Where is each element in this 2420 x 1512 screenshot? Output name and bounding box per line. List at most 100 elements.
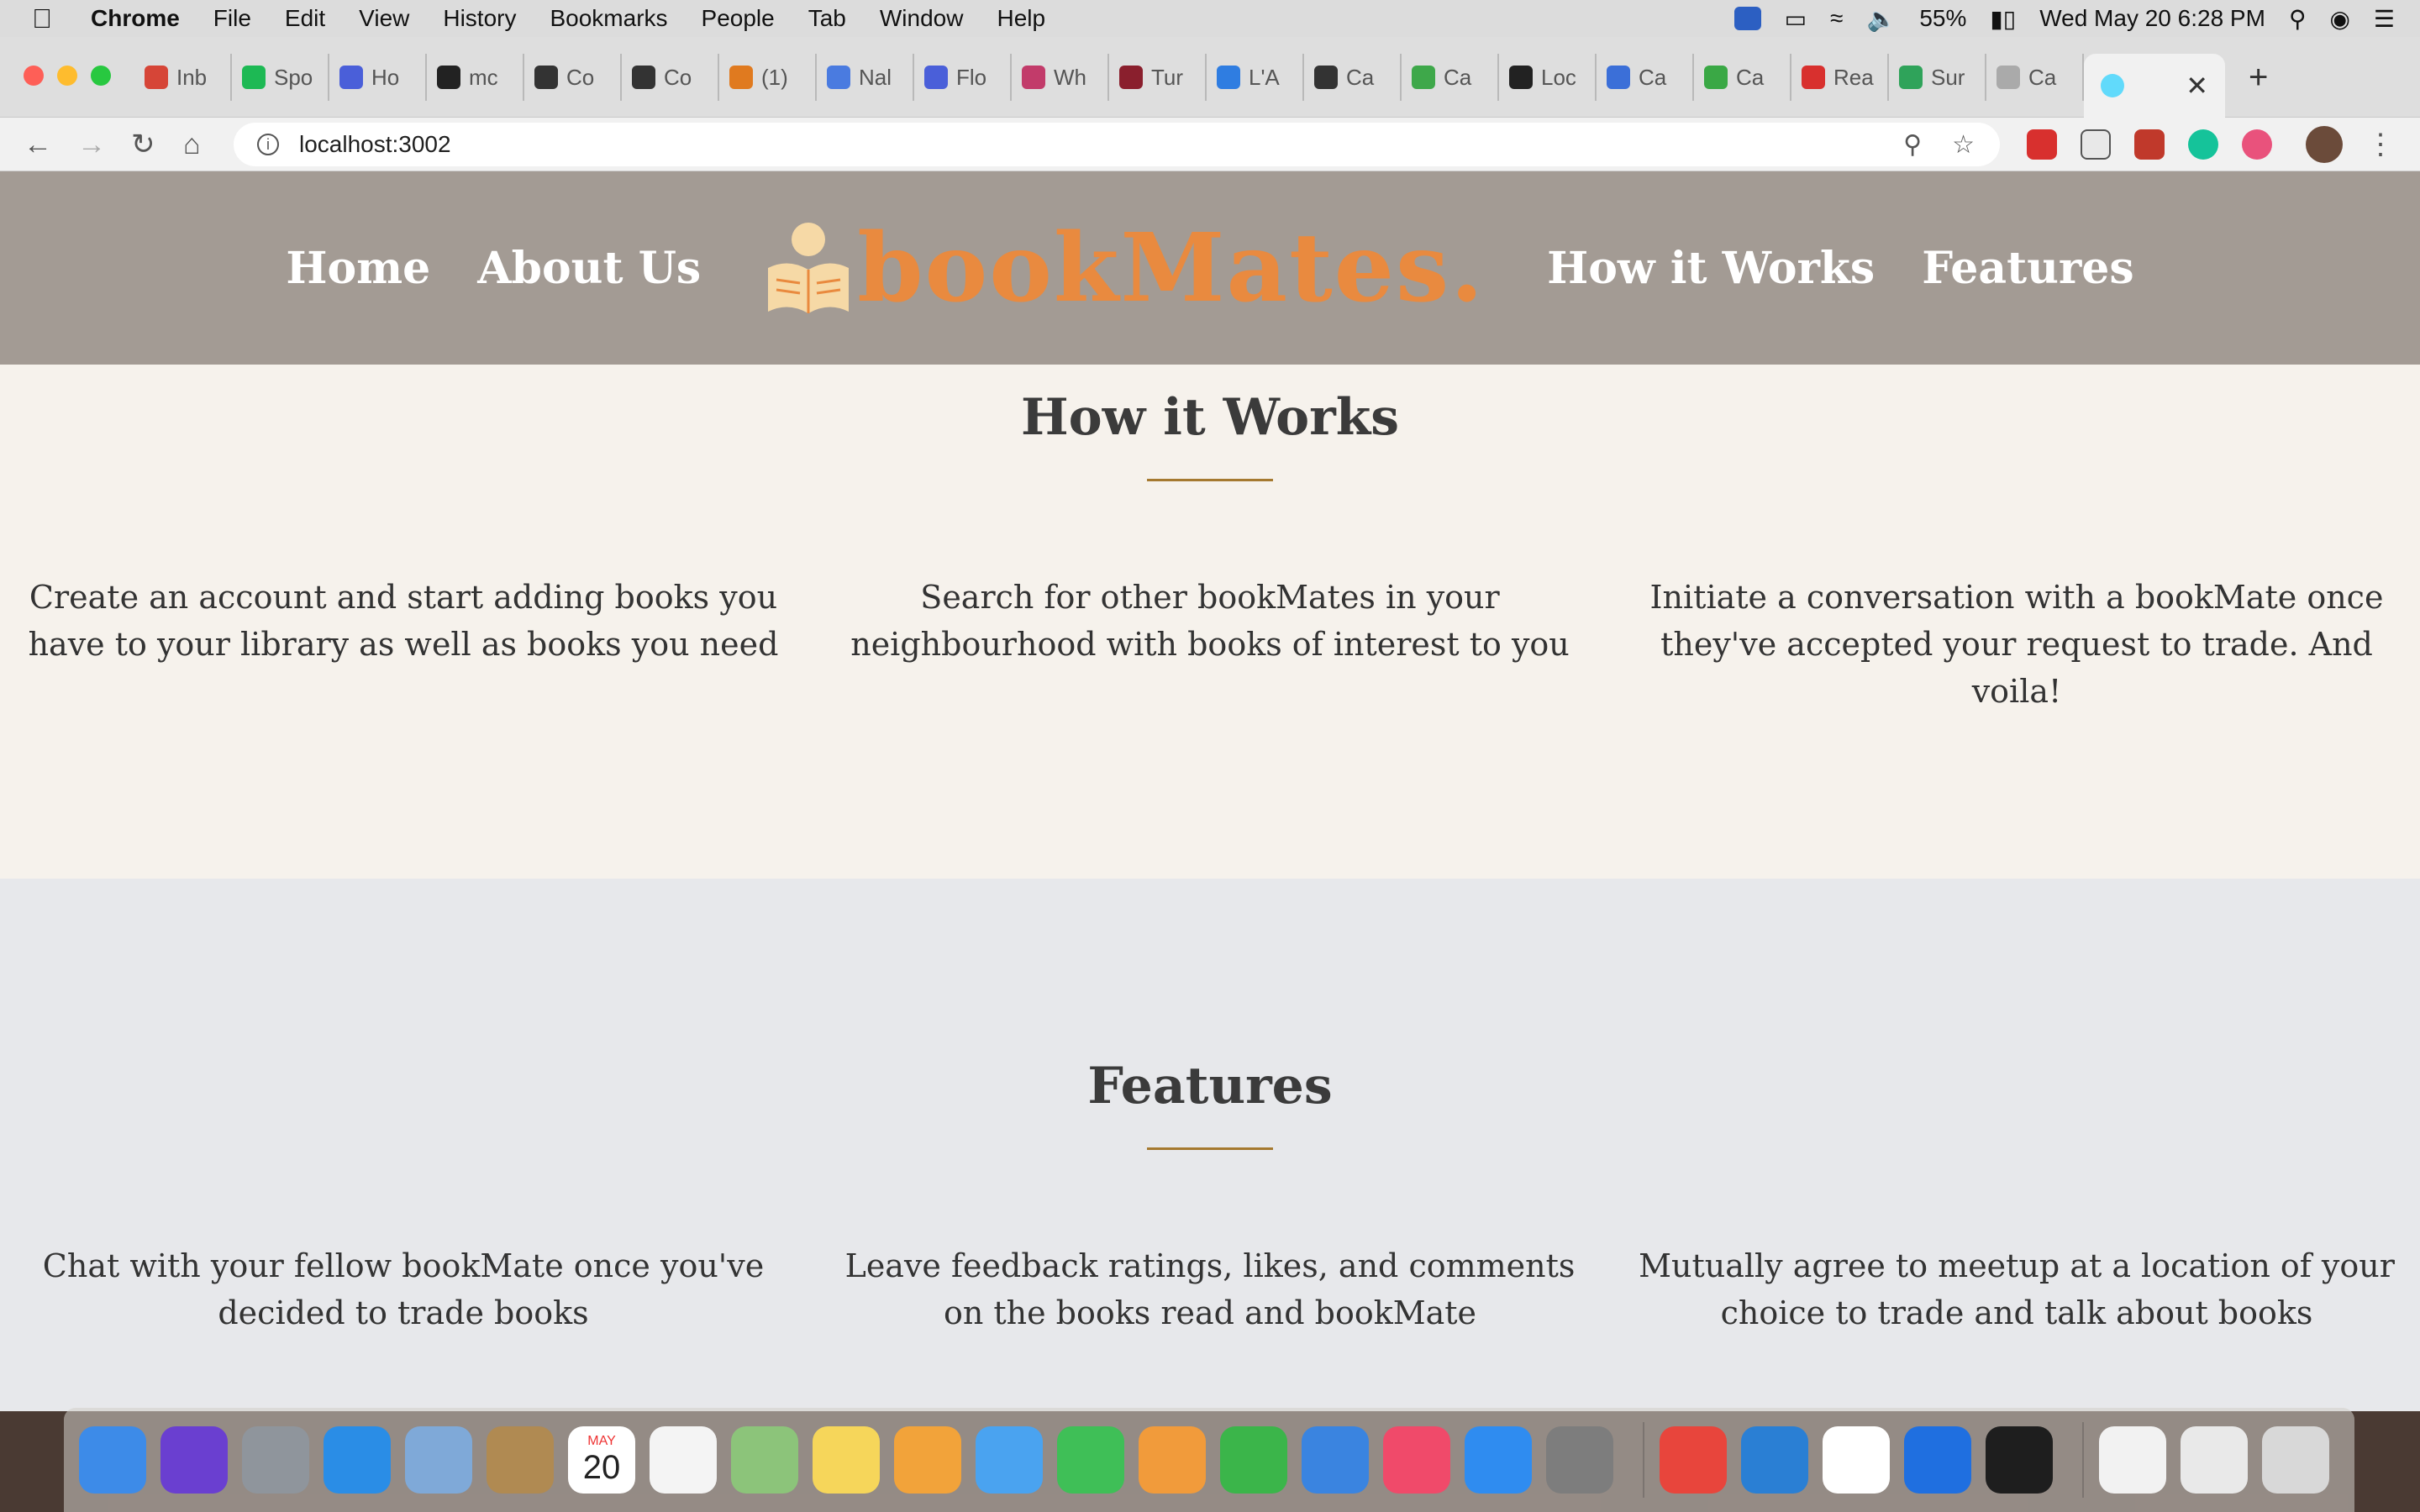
adblock-extension-icon[interactable]	[2027, 129, 2057, 160]
browser-tab[interactable]: Ca	[1304, 54, 1402, 101]
nav-home-link[interactable]: Home	[286, 243, 430, 294]
tab-close-icon[interactable]: ✕	[2186, 70, 2208, 102]
keynote-icon[interactable]	[1302, 1426, 1369, 1494]
siri-icon[interactable]	[160, 1426, 228, 1494]
extension-icon[interactable]	[2242, 129, 2272, 160]
site-info-icon[interactable]: i	[257, 134, 279, 155]
forward-icon[interactable]: →	[77, 118, 106, 171]
menu-people[interactable]: People	[702, 5, 775, 32]
browser-tab[interactable]: Ca	[1986, 54, 2084, 101]
finder-icon[interactable]	[79, 1426, 146, 1494]
chrome-icon[interactable]	[1660, 1426, 1727, 1494]
browser-tab[interactable]: Loc	[1499, 54, 1597, 101]
browser-tab[interactable]: Co	[524, 54, 622, 101]
chrome-menu-icon[interactable]: ⋮	[2366, 128, 2395, 161]
menu-history[interactable]: History	[443, 5, 516, 32]
window-controls	[24, 66, 124, 86]
tab-title: Tur	[1151, 64, 1184, 90]
browser-tab[interactable]: Inb	[134, 54, 232, 101]
home-icon[interactable]: ⌂	[183, 118, 201, 171]
reminders-icon[interactable]	[650, 1426, 717, 1494]
mail-icon[interactable]	[405, 1426, 472, 1494]
browser-tab[interactable]: Ho	[329, 54, 427, 101]
menu-window[interactable]: Window	[880, 5, 964, 32]
music-icon[interactable]	[1383, 1426, 1450, 1494]
extension-icon[interactable]	[2134, 129, 2165, 160]
battery-icon[interactable]: ▮▯	[1990, 5, 2016, 33]
minimize-window-button[interactable]	[57, 66, 77, 86]
spotlight-icon[interactable]: ⚲	[2289, 5, 2307, 33]
teamviewer-icon[interactable]	[1904, 1426, 1971, 1494]
menu-bookmarks[interactable]: Bookmarks	[550, 5, 667, 32]
browser-tab[interactable]: mc	[427, 54, 524, 101]
calendar-icon[interactable]: MAY 20	[568, 1426, 635, 1494]
apple-menu-icon[interactable]: 	[32, 3, 66, 34]
browser-tab[interactable]: Nal	[817, 54, 914, 101]
system-preferences-icon[interactable]	[1546, 1426, 1613, 1494]
browser-tab[interactable]: Wh	[1012, 54, 1109, 101]
messages-icon[interactable]	[976, 1426, 1043, 1494]
terminal-icon[interactable]	[1986, 1426, 2053, 1494]
browser-tab[interactable]: Flo	[914, 54, 1012, 101]
menu-view[interactable]: View	[359, 5, 409, 32]
tab-title: mc	[469, 64, 498, 90]
browser-tab[interactable]: Co	[622, 54, 719, 101]
new-tab-button[interactable]: +	[2249, 59, 2268, 97]
notification-center-icon[interactable]: ☰	[2374, 5, 2395, 33]
browser-tab[interactable]: Ca	[1402, 54, 1499, 101]
close-window-button[interactable]	[24, 66, 44, 86]
browser-tab[interactable]: Ca	[1694, 54, 1791, 101]
menu-edit[interactable]: Edit	[285, 5, 325, 32]
browser-tab[interactable]: Ca	[1597, 54, 1694, 101]
app-store-icon[interactable]	[1465, 1426, 1532, 1494]
json-formatter-extension-icon[interactable]	[2081, 129, 2111, 160]
facetime-icon[interactable]	[1057, 1426, 1124, 1494]
siri-menu-icon[interactable]: ◉	[2329, 5, 2349, 33]
menu-help[interactable]: Help	[997, 5, 1045, 32]
teamviewer-status-icon[interactable]	[1733, 7, 1761, 30]
launchpad-icon[interactable]	[242, 1426, 309, 1494]
browser-tab[interactable]: Rea	[1791, 54, 1889, 101]
nav-features-link[interactable]: Features	[1922, 243, 2133, 294]
zoom-window-button[interactable]	[91, 66, 111, 86]
notes-icon[interactable]	[813, 1426, 880, 1494]
browser-tab-active[interactable]: ✕	[2084, 54, 2225, 118]
browser-tab[interactable]: (1)	[719, 54, 817, 101]
browser-tab[interactable]: Tur	[1109, 54, 1207, 101]
menu-app-name[interactable]: Chrome	[91, 5, 180, 32]
contacts-icon[interactable]	[487, 1426, 554, 1494]
reload-icon[interactable]: ↻	[131, 118, 155, 171]
tab-favicon-icon	[1412, 66, 1435, 89]
nav-how-it-works-link[interactable]: How it Works	[1547, 243, 1875, 294]
wifi-icon[interactable]: ≈	[1830, 5, 1843, 32]
address-url[interactable]: localhost:3002	[299, 131, 451, 158]
trash-icon[interactable]	[2262, 1426, 2329, 1494]
slack-icon[interactable]	[1823, 1426, 1890, 1494]
profile-avatar[interactable]	[2306, 126, 2343, 163]
numbers-icon[interactable]	[1220, 1426, 1287, 1494]
recent-document-icon[interactable]	[2099, 1426, 2166, 1494]
macos-menu-bar:  Chrome File Edit View History Bookmark…	[0, 0, 2420, 37]
vscode-icon[interactable]	[1741, 1426, 1808, 1494]
zoom-icon[interactable]: ⚲	[1903, 130, 1922, 160]
browser-tab[interactable]: L'A	[1207, 54, 1304, 101]
features-section: Features Chat with your fellow bookMate …	[0, 879, 2420, 1411]
address-bar[interactable]: i localhost:3002 ⚲ ☆	[234, 123, 2000, 166]
volume-icon[interactable]: 🔈	[1866, 5, 1896, 33]
grammarly-extension-icon[interactable]	[2188, 129, 2218, 160]
back-icon[interactable]: ←	[24, 118, 52, 171]
menu-file[interactable]: File	[213, 5, 251, 32]
menu-tab[interactable]: Tab	[808, 5, 846, 32]
clock[interactable]: Wed May 20 6:28 PM	[2039, 5, 2265, 32]
browser-tab[interactable]: Spo	[232, 54, 329, 101]
site-logo[interactable]: bookMates.	[763, 213, 1485, 323]
recent-chrome-window-icon[interactable]	[2181, 1426, 2248, 1494]
safari-icon[interactable]	[324, 1426, 391, 1494]
photos-icon[interactable]	[894, 1426, 961, 1494]
maps-icon[interactable]	[731, 1426, 798, 1494]
pages-icon[interactable]	[1139, 1426, 1206, 1494]
nav-about-us-link[interactable]: About Us	[477, 243, 701, 294]
bookmark-star-icon[interactable]: ☆	[1952, 130, 1975, 160]
browser-tab[interactable]: Sur	[1889, 54, 1986, 101]
airplay-icon[interactable]: ▭	[1785, 5, 1807, 33]
